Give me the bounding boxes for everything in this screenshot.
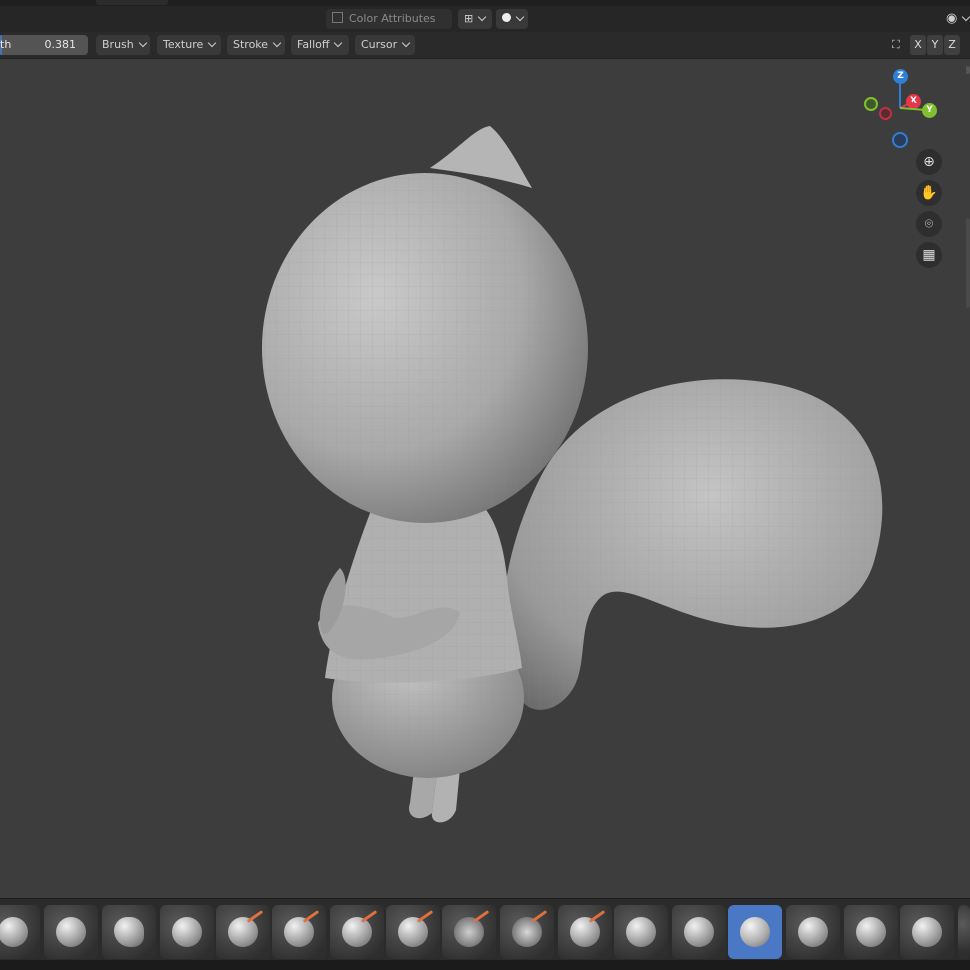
- symmetry-y-toggle[interactable]: Y: [927, 35, 943, 55]
- 3d-viewport[interactable]: Z X Y ⊕ ✋ ⌾ ▦: [0, 58, 970, 898]
- cursor-menu-label: Cursor: [361, 38, 398, 51]
- brush-clay-thumb[interactable]: [216, 905, 270, 959]
- status-bar: [0, 960, 970, 970]
- brush-thumb[interactable]: [900, 905, 954, 959]
- brush-flatten[interactable]: [558, 905, 612, 959]
- brush-next-partial[interactable]: [958, 905, 970, 959]
- brush-elastic-deform[interactable]: [786, 905, 840, 959]
- brush-crease[interactable]: [442, 905, 496, 959]
- perspective-grid-icon[interactable]: ▦: [916, 242, 942, 268]
- eye-icon: ◉: [946, 11, 958, 26]
- brush-snake-hook[interactable]: [844, 905, 898, 959]
- falloff-menu[interactable]: Falloff: [291, 35, 349, 55]
- brush-fill[interactable]: [614, 905, 668, 959]
- camera-icon[interactable]: ⌾: [916, 211, 942, 237]
- brush-layer[interactable]: [272, 905, 326, 959]
- symmetry-x-toggle[interactable]: X: [910, 35, 926, 55]
- brush-smooth[interactable]: [500, 905, 554, 959]
- brush-inflate[interactable]: [330, 905, 384, 959]
- stroke-menu[interactable]: Stroke: [227, 35, 285, 55]
- squirrel-sculpt-model: [262, 126, 883, 823]
- brush-blob[interactable]: [386, 905, 440, 959]
- gizmo-neg-y-axis[interactable]: [864, 97, 878, 111]
- mirror-icon[interactable]: ⛶: [888, 35, 910, 55]
- brush-draw-sharp[interactable]: [44, 905, 98, 959]
- viewport-header: Color Attributes ⊞ ◉: [0, 6, 970, 32]
- strength-value: 0.381: [44, 38, 77, 51]
- brush-menu-label: Brush: [102, 38, 134, 51]
- shading-sphere-icon: [502, 13, 511, 22]
- symmetry-icon: ⊞: [464, 12, 474, 25]
- strength-field[interactable]: th 0.381: [0, 35, 88, 55]
- visibility-dropdown[interactable]: ◉: [940, 9, 970, 29]
- brush-menu[interactable]: Brush: [96, 35, 150, 55]
- tool-settings-bar: th 0.381 Brush Texture Stroke Falloff Cu…: [0, 32, 970, 59]
- symmetry-z-toggle[interactable]: Z: [944, 35, 960, 55]
- cursor-menu[interactable]: Cursor: [355, 35, 415, 55]
- shading-dropdown[interactable]: [496, 9, 528, 29]
- workspace-tab-active[interactable]: [96, 0, 168, 5]
- sidebar-toggle[interactable]: [966, 66, 970, 74]
- color-attributes-label: Color Attributes: [349, 12, 436, 25]
- brush-clay-strips[interactable]: [160, 905, 214, 959]
- texture-menu-label: Texture: [163, 38, 204, 51]
- brush-scrape[interactable]: [672, 905, 726, 959]
- falloff-menu-label: Falloff: [297, 38, 330, 51]
- right-region-scrollbar[interactable]: [966, 218, 970, 308]
- strength-label: th: [0, 38, 12, 51]
- pan-hand-icon[interactable]: ✋: [916, 180, 942, 206]
- brush-grab[interactable]: [728, 905, 782, 959]
- color-attributes-button[interactable]: Color Attributes: [326, 9, 452, 29]
- stroke-menu-label: Stroke: [233, 38, 269, 51]
- mesh-symmetry-dropdown[interactable]: ⊞: [458, 9, 492, 29]
- gizmo-axis-lines: [899, 84, 927, 111]
- color-attributes-icon: [332, 12, 343, 23]
- zoom-icon[interactable]: ⊕: [916, 149, 942, 175]
- brush-clay[interactable]: [102, 905, 156, 959]
- brush-asset-shelf: [0, 898, 970, 961]
- brush-draw[interactable]: [0, 905, 40, 959]
- texture-menu[interactable]: Texture: [157, 35, 221, 55]
